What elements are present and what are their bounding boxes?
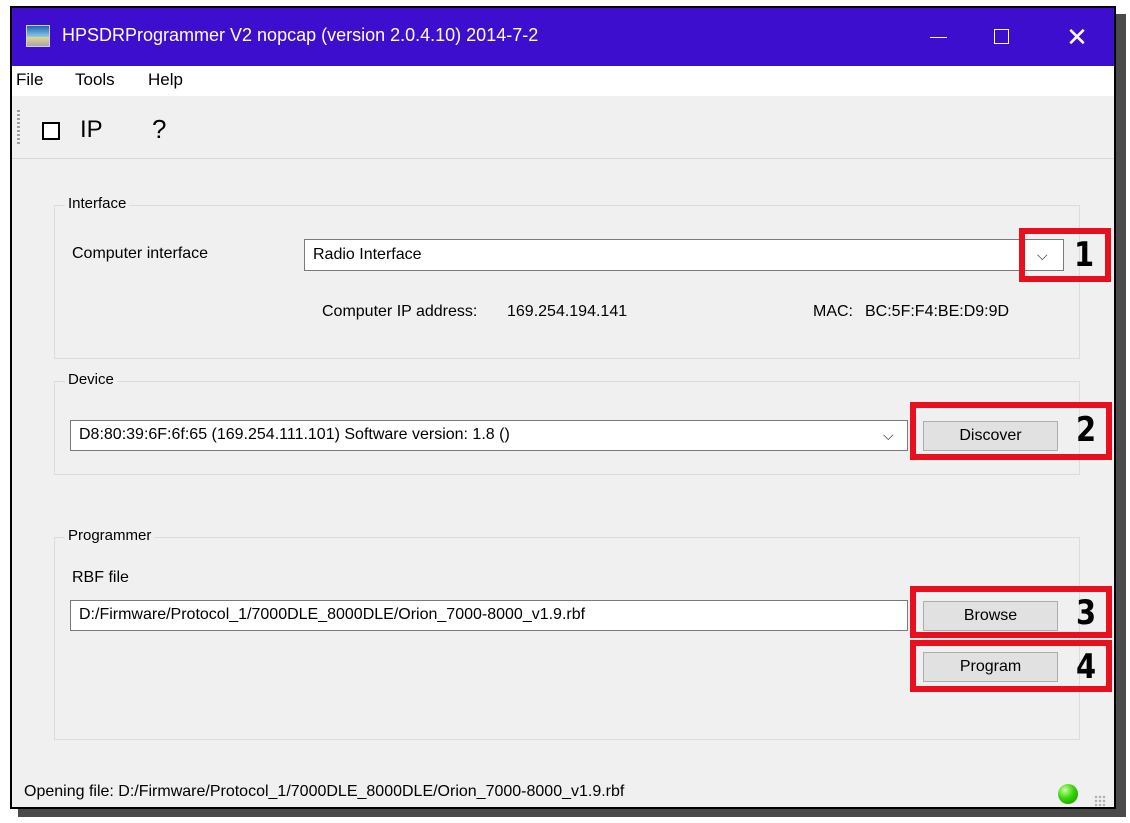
annotation-box-1: [1019, 228, 1111, 282]
resize-grip-icon[interactable]: [1094, 795, 1106, 807]
status-led-icon: [1058, 784, 1078, 804]
toolbar: IP ?: [12, 96, 1114, 159]
rbf-file-label: RBF file: [72, 569, 129, 586]
window-title: HPSDRProgrammer V2 nopcap (version 2.0.4…: [62, 25, 539, 45]
interface-group-title: Interface: [65, 195, 130, 212]
interface-group: Interface Computer interface Radio Inter…: [54, 195, 1080, 359]
menu-help[interactable]: Help: [148, 70, 183, 90]
programmer-group: Programmer RBF file D:/Firmware/Protocol…: [54, 527, 1080, 740]
toolbar-grip-icon[interactable]: [17, 110, 20, 146]
menu-tools[interactable]: Tools: [75, 70, 115, 90]
computer-ip-label: Computer IP address:: [322, 303, 478, 320]
status-bar: Opening file: D:/Firmware/Protocol_1/700…: [12, 773, 1114, 809]
minimize-button[interactable]: [912, 8, 966, 66]
programmer-group-title: Programmer: [65, 527, 155, 544]
toolbar-help-button[interactable]: ?: [152, 114, 166, 145]
minimize-icon: [930, 37, 947, 38]
rbf-file-value: D:/Firmware/Protocol_1/7000DLE_8000DLE/O…: [79, 606, 586, 623]
app-icon: [26, 25, 50, 47]
menu-bar: File Tools Help: [12, 66, 1114, 96]
computer-interface-select[interactable]: Radio Interface ⌵: [304, 239, 1064, 271]
annotation-number-4: 4: [1076, 647, 1097, 687]
status-text: Opening file: D:/Firmware/Protocol_1/700…: [24, 783, 625, 800]
device-select-value: D8:80:39:6F:6f:65 (169.254.111.101) Soft…: [79, 426, 510, 443]
close-button[interactable]: ✕: [1050, 8, 1104, 66]
title-bar[interactable]: HPSDRProgrammer V2 nopcap (version 2.0.4…: [12, 8, 1114, 66]
device-select[interactable]: D8:80:39:6F:6f:65 (169.254.111.101) Soft…: [70, 420, 908, 451]
app-window: HPSDRProgrammer V2 nopcap (version 2.0.4…: [10, 6, 1116, 809]
menu-file[interactable]: File: [16, 70, 43, 90]
maximize-icon: [994, 29, 1009, 44]
mac-label: MAC:: [813, 303, 853, 320]
toolbar-checkbox[interactable]: [42, 122, 60, 140]
toolbar-ip-button[interactable]: IP: [80, 116, 103, 144]
computer-interface-label: Computer interface: [72, 245, 209, 262]
mac-value: BC:5F:F4:BE:D9:9D: [865, 303, 1010, 320]
device-group-title: Device: [65, 371, 117, 388]
close-icon: ✕: [1066, 22, 1088, 52]
computer-ip-value: 169.254.194.141: [507, 303, 628, 320]
chevron-down-icon: ⌵: [883, 427, 894, 443]
rbf-file-input[interactable]: D:/Firmware/Protocol_1/7000DLE_8000DLE/O…: [70, 600, 908, 631]
maximize-button[interactable]: [975, 8, 1029, 66]
annotation-number-2: 2: [1076, 410, 1097, 450]
computer-interface-value: Radio Interface: [313, 246, 422, 263]
annotation-number-3: 3: [1076, 593, 1097, 633]
annotation-number-1: 1: [1074, 235, 1095, 275]
